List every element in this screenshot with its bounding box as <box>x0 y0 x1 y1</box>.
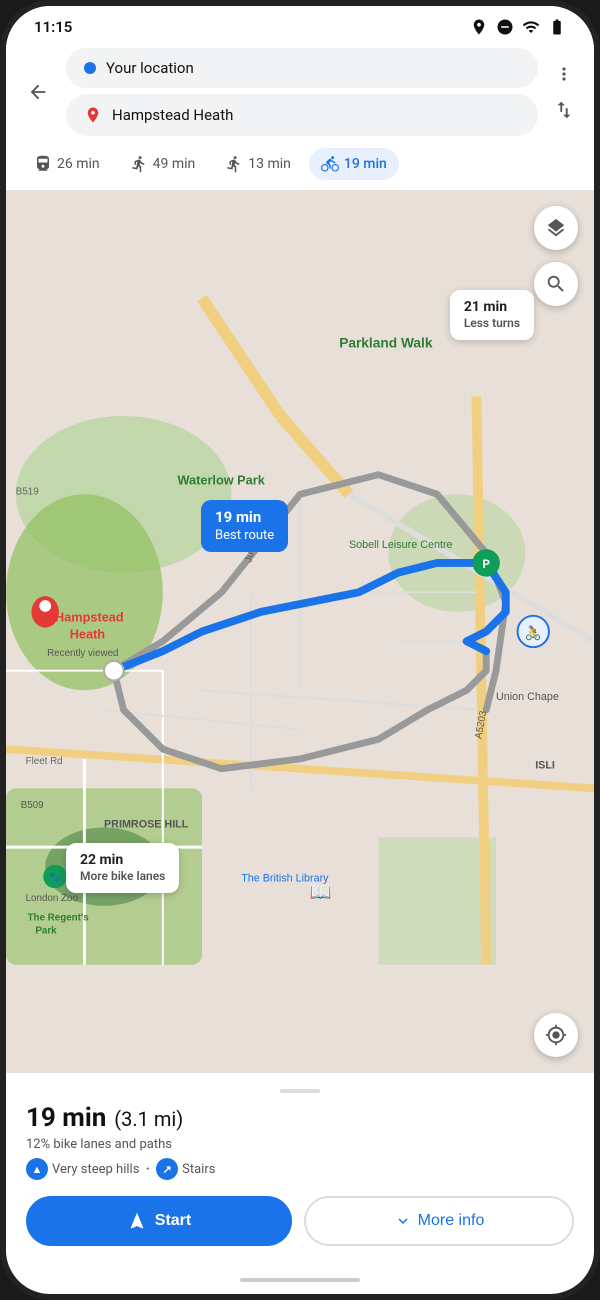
layers-button[interactable] <box>534 206 578 250</box>
svg-text:Parkland Walk: Parkland Walk <box>339 335 433 350</box>
tab-bike[interactable]: 19 min <box>309 148 399 180</box>
back-button[interactable] <box>20 74 56 110</box>
status-bar: 11:15 <box>6 6 594 42</box>
steep-hills-text: Very steep hills <box>52 1162 139 1177</box>
home-indicator <box>6 1266 594 1294</box>
alt-route1-desc: Less turns <box>464 316 520 332</box>
route-summary: 19 min (3.1 mi) <box>26 1103 574 1133</box>
destination-text: Hampstead Heath <box>112 106 233 124</box>
svg-text:🚴: 🚴 <box>525 624 542 641</box>
tab-transit-label: 26 min <box>57 156 100 172</box>
best-route-desc: Best route <box>215 528 274 545</box>
tab-hike-label: 13 min <box>248 156 291 172</box>
map-container[interactable]: P Parkland Walk Waterlow Park Hampstead … <box>6 190 594 1073</box>
navigation-icon <box>127 1211 147 1231</box>
svg-text:B509: B509 <box>21 800 44 811</box>
tab-walk[interactable]: 49 min <box>118 148 208 180</box>
battery-status-icon <box>548 18 566 36</box>
alt-route2-desc: More bike lanes <box>80 869 165 885</box>
status-time: 11:15 <box>34 18 72 36</box>
start-button[interactable]: Start <box>26 1196 292 1246</box>
svg-text:🐾: 🐾 <box>49 872 61 883</box>
alt-route1-time: 21 min <box>464 298 520 316</box>
svg-text:PRIMROSE HILL: PRIMROSE HILL <box>104 819 189 831</box>
steep-hills-warning: ▲ Very steep hills <box>26 1158 139 1180</box>
svg-text:Heath: Heath <box>70 626 105 641</box>
stairs-text: Stairs <box>182 1162 215 1177</box>
tab-walk-label: 49 min <box>153 156 196 172</box>
best-route-label[interactable]: 19 min Best route <box>201 500 288 552</box>
more-menu-button[interactable] <box>548 58 580 90</box>
swap-button[interactable] <box>548 94 580 126</box>
alt-route2-time: 22 min <box>80 851 165 869</box>
warning-separator: · <box>145 1159 150 1180</box>
svg-text:Union Chape: Union Chape <box>496 691 559 703</box>
origin-input[interactable]: Your location <box>66 48 538 88</box>
bottom-panel: 19 min (3.1 mi) 12% bike lanes and paths… <box>6 1073 594 1266</box>
alt-route1-label[interactable]: 21 min Less turns <box>450 290 534 340</box>
svg-text:ISLI: ISLI <box>535 760 555 772</box>
map-search-button[interactable] <box>534 262 578 306</box>
stairs-warning: ↗ Stairs <box>156 1158 215 1180</box>
steep-hills-icon: ▲ <box>26 1158 48 1180</box>
drag-handle <box>280 1089 320 1093</box>
dnd-status-icon <box>496 18 514 36</box>
svg-text:Waterlow Park: Waterlow Park <box>178 473 266 488</box>
wifi-status-icon <box>522 18 540 36</box>
more-info-button[interactable]: More info <box>304 1196 574 1246</box>
origin-dot <box>84 62 96 74</box>
alt-route2-label[interactable]: 22 min More bike lanes <box>66 843 179 893</box>
chevron-down-icon <box>394 1212 412 1230</box>
action-buttons: Start More info <box>26 1196 574 1246</box>
svg-text:Fleet Rd: Fleet Rd <box>26 756 63 767</box>
tab-hike[interactable]: 13 min <box>213 148 303 180</box>
destination-input[interactable]: Hampstead Heath <box>66 94 538 136</box>
svg-text:Park: Park <box>35 925 57 936</box>
route-time: 19 min <box>26 1103 106 1133</box>
phone-shell: 11:15 <box>0 0 600 1300</box>
my-location-button[interactable] <box>534 1013 578 1057</box>
stairs-icon: ↗ <box>156 1158 178 1180</box>
svg-text:London Zoo: London Zoo <box>26 893 79 904</box>
more-info-label: More info <box>418 1212 485 1230</box>
svg-text:P: P <box>482 557 490 571</box>
tab-transit[interactable]: 26 min <box>22 148 112 180</box>
home-bar <box>240 1278 360 1282</box>
route-warnings: ▲ Very steep hills · ↗ Stairs <box>26 1158 574 1180</box>
svg-text:Recently viewed: Recently viewed <box>47 648 118 659</box>
svg-text:The Regent's: The Regent's <box>28 913 90 924</box>
tab-bike-label: 19 min <box>344 156 387 172</box>
top-nav: Your location Hampstead Heath <box>6 42 594 144</box>
inputs-column: Your location Hampstead Heath <box>66 48 538 136</box>
best-route-time: 19 min <box>215 508 274 528</box>
location-status-icon <box>470 18 488 36</box>
destination-pin-icon <box>84 105 102 125</box>
start-label: Start <box>155 1212 191 1230</box>
svg-text:B519: B519 <box>16 486 39 497</box>
transport-tabs: 26 min 49 min 13 min 19 min <box>6 144 594 190</box>
status-icons <box>470 18 566 36</box>
route-description: 12% bike lanes and paths <box>26 1137 574 1152</box>
svg-text:📖: 📖 <box>310 883 332 903</box>
svg-text:Sobell Leisure Centre: Sobell Leisure Centre <box>349 539 453 551</box>
svg-text:Hampstead: Hampstead <box>55 610 124 625</box>
route-distance: (3.1 mi) <box>114 1107 183 1131</box>
origin-text: Your location <box>106 59 194 77</box>
